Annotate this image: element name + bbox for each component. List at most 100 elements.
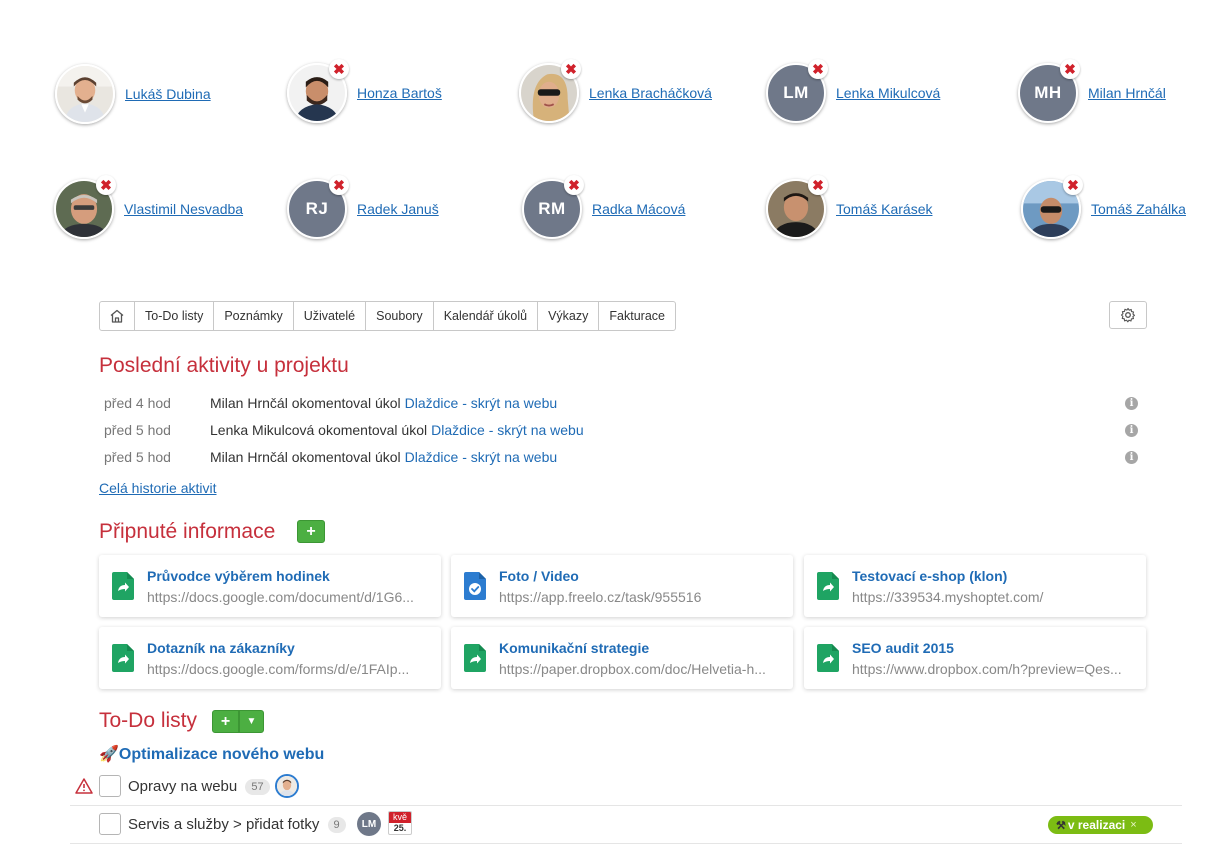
task-row: Servis a služby > přidat fotky 9 LM kvě … [70,806,1182,844]
tab-reports[interactable]: Výkazy [538,302,600,330]
activity-task-link[interactable]: Dlaždice - skrýt na webu [405,449,558,465]
pinned-card-body: Průvodce výběrem hodinek https://docs.go… [147,568,429,605]
tab-home[interactable] [100,302,135,330]
settings-button[interactable] [1109,301,1147,329]
pinned-card[interactable]: Průvodce výběrem hodinek https://docs.go… [99,555,441,617]
pinned-card-body: Komunikační strategie https://paper.drop… [499,640,781,677]
activity-item: před 5 hod Lenka Mikulcová okomentoval ú… [104,419,1144,441]
status-label: v realizaci [1067,818,1126,832]
remove-member-icon[interactable]: ✖ [1063,175,1083,195]
remove-member-icon[interactable]: ✖ [1060,59,1080,79]
add-todo-menu-button[interactable]: ▼ [239,710,264,733]
activity-history-link[interactable]: Celá historie aktivit [99,480,217,496]
pinned-card-body: Foto / Video https://app.freelo.cz/task/… [499,568,781,605]
remove-member-icon[interactable]: ✖ [564,175,584,195]
task-row: Opravy na webu 57 [70,768,1182,806]
comment-count-badge: 9 [327,817,346,833]
task-name[interactable]: Servis a služby > přidat fotky 9 [128,816,346,833]
member-name[interactable]: Tomáš Karásek [836,201,932,217]
pinned-card[interactable]: Komunikační strategie https://paper.drop… [451,627,793,689]
avatar: RJ ✖ [287,175,349,239]
pinned-title: Připnuté informace [99,520,276,543]
avatar: ✖ [287,59,349,123]
task-name[interactable]: Opravy na webu 57 [128,778,270,795]
due-month: kvě [389,812,411,823]
member-name[interactable]: Vlastimil Nesvadba [124,201,243,217]
remove-member-icon[interactable]: ✖ [96,175,116,195]
activity-task-link[interactable]: Dlaždice - skrýt na webu [431,422,584,438]
member-name[interactable]: Tomáš Zahálka [1091,201,1186,217]
gear-icon [1120,307,1136,323]
tab-task-calendar[interactable]: Kalendář úkolů [434,302,539,330]
comment-count-badge: 57 [245,779,270,795]
member-name[interactable]: Honza Bartoš [357,85,442,101]
pinned-card-title: Testovací e-shop (klon) [852,567,1008,584]
activity-title: Poslední aktivity u projektu [99,354,349,377]
add-pinned-button[interactable]: + [297,520,325,543]
pinned-card[interactable]: Testovací e-shop (klon) https://339534.m… [804,555,1146,617]
pinned-card-title: Průvodce výběrem hodinek [147,567,330,584]
info-icon[interactable]: i [1125,424,1138,437]
avatar: ✖ [766,175,828,239]
add-todo-split-button: + ▼ [212,710,264,733]
member-card: MH ✖ Milan Hrnčál [1018,59,1166,123]
tab-notes[interactable]: Poznámky [214,302,294,330]
pinned-card-title: SEO audit 2015 [852,639,954,656]
task-doc-icon [464,572,486,600]
member-card: ✖ Vlastimil Nesvadba [54,175,243,239]
avatar: ✖ [54,175,116,239]
pinned-card-body: SEO audit 2015 https://www.dropbox.com/h… [852,640,1134,677]
shared-doc-icon [464,644,486,672]
pinned-card-url: https://app.freelo.cz/task/955516 [499,588,702,605]
remove-member-icon[interactable]: ✖ [561,59,581,79]
tab-invoicing[interactable]: Fakturace [599,302,675,330]
avatar: LM ✖ [766,59,828,123]
task-checkbox[interactable] [99,775,121,797]
avatar: MH ✖ [1018,59,1080,123]
remove-member-icon[interactable]: ✖ [808,59,828,79]
warning-icon [75,778,93,794]
activity-time: před 5 hod [104,422,171,438]
member-name[interactable]: Lenka Bracháčková [589,85,712,101]
shared-doc-icon [112,644,134,672]
rocket-icon: 🚀 [99,746,119,763]
project-tabs: To-Do listy Poznámky Uživatelé Soubory K… [99,301,676,331]
due-date-badge[interactable]: kvě 25. [388,811,412,835]
member-card: Lukáš Dubina [55,64,211,124]
task-checkbox[interactable] [99,813,121,835]
member-card: RJ ✖ Radek Januš [287,175,439,239]
assignee-avatar[interactable] [275,774,299,798]
todo-list-title[interactable]: 🚀Optimalizace nového webu [99,744,324,764]
add-todo-button[interactable]: + [212,710,239,733]
pickaxe-icon: ⚒ [1056,819,1066,832]
member-name[interactable]: Radek Januš [357,201,439,217]
member-name[interactable]: Lukáš Dubina [125,86,211,102]
member-name[interactable]: Lenka Mikulcová [836,85,940,101]
pinned-card[interactable]: Foto / Video https://app.freelo.cz/task/… [451,555,793,617]
member-name[interactable]: Milan Hrnčál [1088,85,1166,101]
assignee-avatar[interactable]: LM [357,812,381,836]
activity-task-link[interactable]: Dlaždice - skrýt na webu [405,395,558,411]
pinned-card[interactable]: SEO audit 2015 https://www.dropbox.com/h… [804,627,1146,689]
todo-title: To-Do listy [99,709,198,732]
task-name-text: Opravy na webu [128,778,238,795]
info-icon[interactable]: i [1125,397,1138,410]
remove-member-icon[interactable]: ✖ [329,59,349,79]
tab-files[interactable]: Soubory [366,302,434,330]
member-name[interactable]: Radka Mácová [592,201,685,217]
status-badge[interactable]: ⚒ v realizaci × [1048,816,1153,834]
info-icon[interactable]: i [1125,451,1138,464]
tab-todo-lists[interactable]: To-Do listy [135,302,215,330]
pinned-card-url: https://339534.myshoptet.com/ [852,588,1044,605]
avatar [55,64,115,124]
pinned-card-title: Komunikační strategie [499,639,650,656]
pinned-card-url: https://docs.google.com/document/d/1G6..… [147,588,414,605]
member-card: ✖ Tomáš Zahálka [1021,175,1186,239]
remove-member-icon[interactable]: ✖ [808,175,828,195]
activity-text: Lenka Mikulcová okomentoval úkol [210,422,428,438]
avatar: RM ✖ [522,175,584,239]
close-icon[interactable]: × [1130,819,1136,831]
tab-users[interactable]: Uživatelé [294,302,367,330]
pinned-card[interactable]: Dotazník na zákazníky https://docs.googl… [99,627,441,689]
remove-member-icon[interactable]: ✖ [329,175,349,195]
